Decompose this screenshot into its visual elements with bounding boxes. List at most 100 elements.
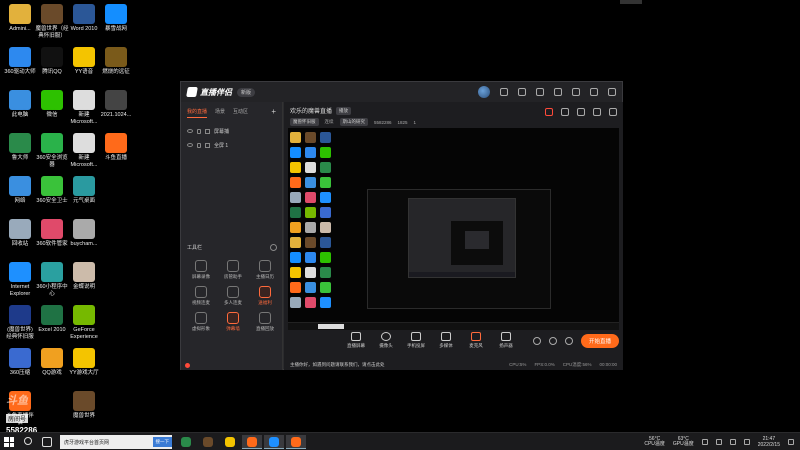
tool-item[interactable]: 直播回放 xyxy=(249,312,281,332)
desktop-icon[interactable]: 360安全浏览 器 xyxy=(34,133,70,168)
scene-item[interactable]: 屏幕捕 xyxy=(181,124,282,138)
desktop-icon[interactable]: Admini... xyxy=(2,4,38,33)
task-view-icon[interactable] xyxy=(42,437,52,447)
browser-search-button[interactable]: 搜一下 xyxy=(152,437,172,447)
desktop-icon[interactable]: 360压缩 xyxy=(2,348,38,377)
desktop-icon[interactable]: 回收站 xyxy=(2,219,38,248)
desktop-icon[interactable]: GeForce Experience xyxy=(66,305,102,340)
desktop-icon[interactable]: 微信 xyxy=(34,90,70,119)
start-button[interactable] xyxy=(4,437,14,447)
tool-item[interactable]: 屏幕录像 xyxy=(185,260,217,280)
speaker-button[interactable]: 扬声器 xyxy=(492,332,520,349)
share-room-icon[interactable] xyxy=(577,108,585,116)
tool-item[interactable]: 虚拟形象 xyxy=(185,312,217,332)
preview-toggle-icon[interactable] xyxy=(548,337,557,345)
clock[interactable]: 21:47 2022/2/15 xyxy=(758,436,780,448)
taskbar-app[interactable] xyxy=(198,435,218,449)
desktop-icon[interactable]: 鲁大师 xyxy=(2,133,38,162)
taskbar-app[interactable] xyxy=(176,435,196,449)
tab-scene[interactable]: 场景 xyxy=(215,108,225,118)
taskbar-app[interactable] xyxy=(220,435,240,449)
desktop-icon-label: 元气桌面 xyxy=(72,198,95,204)
tool-item[interactable]: 房管助手 xyxy=(217,260,249,280)
room-category[interactable]: 魔兽怀旧服 xyxy=(290,118,319,126)
lock-icon[interactable] xyxy=(197,128,201,134)
share-icon[interactable] xyxy=(609,108,617,116)
skin-icon[interactable] xyxy=(518,88,526,96)
room-info: 魔兽怀旧服 连续 斯山的研究 5582286 1825 1 xyxy=(290,118,416,126)
desktop-icon[interactable]: 腾讯QQ xyxy=(34,47,70,76)
scene-item[interactable]: 全屏 1 xyxy=(181,138,282,152)
desktop-icon[interactable]: 2021.1024... xyxy=(98,90,134,119)
ime-icon[interactable] xyxy=(743,439,750,445)
taskbar-app[interactable] xyxy=(242,435,262,449)
gift-icon[interactable] xyxy=(545,108,553,116)
eye-icon[interactable] xyxy=(187,143,193,147)
desktop-icon[interactable]: YY语音 xyxy=(66,47,102,76)
tools-settings-icon[interactable] xyxy=(270,244,277,251)
desktop-icon[interactable]: 元气桌面 xyxy=(66,176,102,205)
desktop-icon[interactable]: 燃烧的远征 xyxy=(98,47,134,76)
add-scene-button[interactable]: + xyxy=(271,107,276,116)
desktop-icon[interactable]: 360软件管家 xyxy=(34,219,70,248)
desktop-icon[interactable]: 斗鱼直播 xyxy=(98,133,134,162)
minimize-icon[interactable] xyxy=(572,88,580,96)
notification-icon[interactable] xyxy=(788,439,794,445)
desktop-icon[interactable]: 新建 Microsoft... xyxy=(66,133,102,168)
media-button[interactable]: 多媒体 xyxy=(432,332,460,349)
desktop-icon[interactable]: Excel 2010 xyxy=(34,305,70,334)
desktop-icon[interactable]: 360小程序中 心 xyxy=(34,262,70,297)
taskbar-app[interactable] xyxy=(264,435,284,449)
close-icon[interactable] xyxy=(608,88,616,96)
settings-icon[interactable] xyxy=(564,337,573,345)
user-avatar[interactable] xyxy=(478,86,490,98)
tool-item[interactable]: 主播日历 xyxy=(249,260,281,280)
desktop-icon[interactable]: YY游戏大厅 xyxy=(66,348,102,377)
message-icon[interactable] xyxy=(500,88,508,96)
room-tag[interactable]: 播放 xyxy=(336,106,352,115)
status-tip[interactable]: 主播你好，如遇到问题请联系我们，请点击此处 xyxy=(290,362,385,368)
desktop-icon[interactable]: 暴雪战网 xyxy=(98,4,134,33)
go-live-button[interactable]: 开始直播 xyxy=(580,334,619,348)
tab-my-live[interactable]: 我的直播 xyxy=(187,108,208,118)
camera-button[interactable]: 摄像头 xyxy=(372,332,400,349)
volume-icon[interactable] xyxy=(729,439,736,445)
tool-item[interactable]: 送福利 xyxy=(249,286,281,306)
tray-expand-icon[interactable] xyxy=(701,439,708,445)
tool-item[interactable]: 弹幕墙 xyxy=(217,312,249,332)
lock-icon[interactable] xyxy=(197,142,201,148)
desktop-icon[interactable]: 此电脑 xyxy=(2,90,38,119)
desktop-icon[interactable]: Word 2010 xyxy=(66,4,102,33)
desktop-icon[interactable]: QQ游戏 xyxy=(34,348,70,377)
desktop-icon[interactable]: 魔兽世界 xyxy=(66,391,102,420)
eye-icon[interactable] xyxy=(187,129,193,133)
record-icon[interactable] xyxy=(532,337,541,345)
browser-taskbar-item[interactable]: 虎牙游戏平台首页网 搜一下 xyxy=(60,435,172,449)
lock-icon[interactable] xyxy=(561,108,569,116)
microphone-button[interactable]: 麦克风 xyxy=(462,332,490,349)
room-title[interactable]: 欢乐的魔兽直播 xyxy=(290,106,332,115)
search-icon[interactable] xyxy=(24,437,32,445)
tool-item[interactable]: 视频连麦 xyxy=(185,286,217,306)
tab-interaction[interactable]: 互动区 xyxy=(233,108,248,118)
tool-item[interactable]: 多人连麦 xyxy=(217,286,249,306)
desktop-icon[interactable]: 360驱动大师 xyxy=(2,47,38,76)
desktop-icon[interactable]: Internet Explorer xyxy=(2,262,38,297)
desktop-icon[interactable]: buycham... xyxy=(66,219,102,248)
stream-preview[interactable] xyxy=(288,128,619,330)
desktop-icon[interactable]: 魔兽世界（经 典怀旧服） xyxy=(34,4,70,39)
phone-cast-button[interactable]: 手机投屏 xyxy=(402,332,430,349)
desktop-icon[interactable]: 网络 xyxy=(2,176,38,205)
maximize-icon[interactable] xyxy=(590,88,598,96)
desktop-icon[interactable]: (魔兽世界) 经典怀旧服 xyxy=(2,305,38,340)
menu-icon[interactable] xyxy=(554,88,562,96)
app-version-badge[interactable]: 新版 xyxy=(237,87,256,97)
desktop-icon[interactable]: 新建 Microsoft... xyxy=(66,90,102,125)
settings-icon[interactable] xyxy=(536,88,544,96)
network-icon[interactable] xyxy=(715,439,722,445)
desktop-icon[interactable]: 金蝶说明 xyxy=(66,262,102,291)
notification-icon[interactable] xyxy=(593,108,601,116)
desktop-icon[interactable]: 360安全卫士 xyxy=(34,176,70,205)
taskbar-app[interactable] xyxy=(286,435,306,449)
screen-capture-button[interactable]: 直播屏幕 xyxy=(342,332,370,349)
